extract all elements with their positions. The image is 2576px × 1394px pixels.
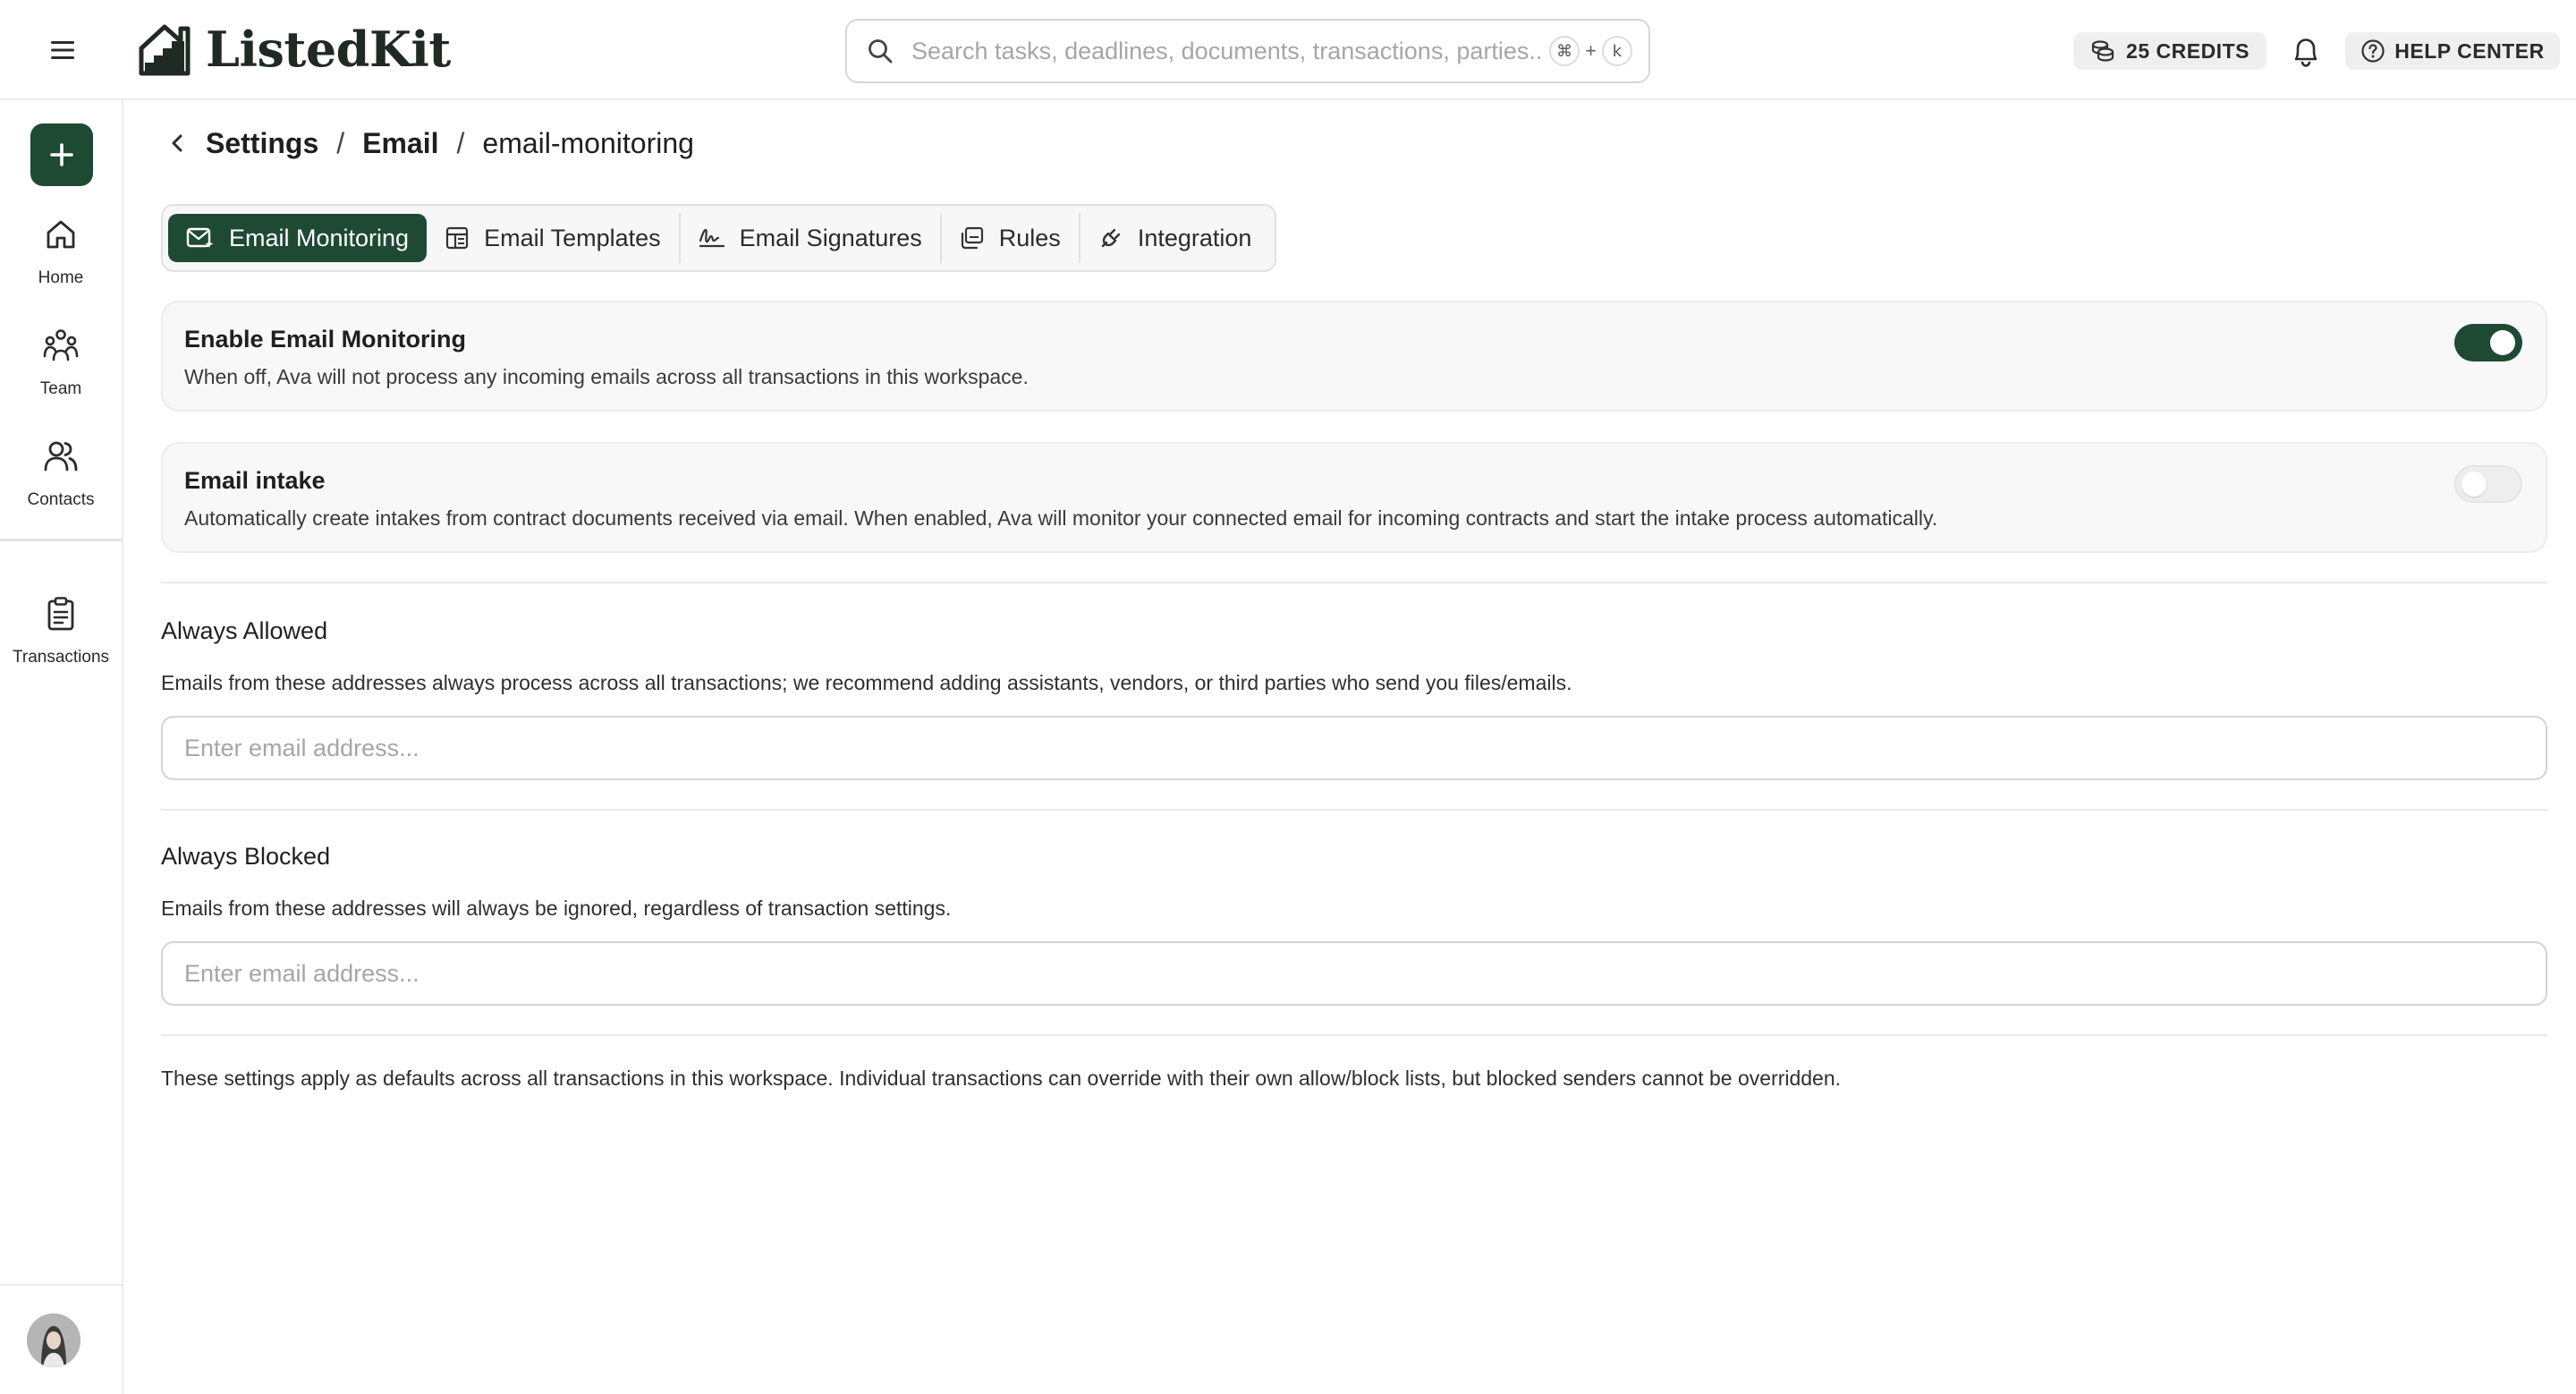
tab-label: Integration: [1137, 224, 1252, 251]
template-icon: [445, 226, 469, 250]
email-intake-toggle[interactable]: [2454, 465, 2522, 503]
tab-email-monitoring[interactable]: Email Monitoring: [168, 214, 428, 262]
sidebar: Home Team Contacts Transactions: [0, 100, 123, 1394]
coins-icon: [2091, 40, 2114, 62]
section-divider: [161, 1034, 2547, 1036]
credits-label: 25 CREDITS: [2126, 38, 2250, 63]
sidebar-item-contacts[interactable]: Contacts: [0, 437, 122, 535]
notifications-bell-icon[interactable]: [2286, 32, 2326, 72]
signature-icon: [699, 228, 724, 248]
create-new-button[interactable]: [30, 123, 93, 186]
top-bar: ListedKit ⌘ + k 25 CREDITS: [0, 0, 2576, 100]
email-monitoring-card: Enable Email Monitoring When off, Ava wi…: [161, 301, 2547, 412]
toggle-knob: [2462, 472, 2487, 497]
always-blocked-email-input[interactable]: [161, 941, 2547, 1006]
credits-button[interactable]: 25 CREDITS: [2073, 32, 2267, 70]
search-icon: [869, 39, 893, 64]
hamburger-menu-icon[interactable]: [45, 32, 80, 68]
shortcut-k-key: k: [1602, 36, 1632, 66]
tab-label: Rules: [998, 224, 1061, 251]
sidebar-divider: [0, 539, 122, 541]
search-input[interactable]: [911, 37, 1550, 65]
section-divider: [161, 582, 2547, 583]
sidebar-item-home[interactable]: Home: [0, 215, 122, 313]
sidebar-item-transactions[interactable]: Transactions: [0, 594, 122, 693]
help-circle-icon: [2361, 39, 2385, 63]
email-intake-card: Email intake Automatically create intake…: [161, 442, 2547, 553]
help-center-label: HELP CENTER: [2394, 38, 2545, 63]
team-icon: [41, 326, 80, 365]
breadcrumb-email[interactable]: Email: [362, 127, 438, 160]
defaults-footnote: These settings apply as defaults across …: [161, 1067, 1842, 1090]
mail-sparkle-icon: [186, 227, 214, 248]
always-allowed-title: Always Allowed: [161, 617, 328, 644]
plug-icon: [1101, 228, 1121, 248]
clipboard-icon: [41, 594, 80, 633]
email-monitoring-title: Enable Email Monitoring: [184, 326, 467, 353]
always-allowed-email-input[interactable]: [161, 716, 2547, 780]
tab-label: Email Monitoring: [229, 224, 410, 251]
logo-house-icon: [139, 24, 191, 76]
toggle-knob: [2490, 330, 2515, 355]
sidebar-item-label: Team: [39, 379, 82, 398]
sidebar-item-team[interactable]: Team: [0, 326, 122, 424]
contacts-icon: [41, 437, 80, 476]
home-icon: [41, 215, 80, 254]
shortcut-plus: +: [1585, 39, 1597, 62]
email-monitoring-description: When off, Ava will not process any incom…: [184, 365, 1029, 388]
logo[interactable]: ListedKit: [136, 20, 451, 79]
shortcut-mod-key: ⌘: [1549, 36, 1580, 66]
email-monitoring-toggle[interactable]: [2454, 324, 2522, 361]
sidebar-bottom-divider: [0, 1284, 122, 1286]
breadcrumb: Settings / Email / email-monitoring: [166, 123, 694, 163]
sidebar-item-label: Transactions: [12, 648, 110, 667]
plus-icon: [50, 143, 73, 166]
breadcrumb-current: email-monitoring: [482, 126, 694, 159]
back-chevron-icon[interactable]: [166, 125, 188, 161]
logo-text: ListedKit: [206, 21, 451, 78]
tab-label: Email Signatures: [739, 224, 922, 251]
global-search[interactable]: ⌘ + k: [845, 19, 1650, 83]
always-blocked-description: Emails from these addresses will always …: [161, 897, 952, 920]
tab-email-templates[interactable]: Email Templates: [427, 214, 679, 262]
user-avatar[interactable]: [27, 1313, 80, 1367]
search-shortcut: ⌘ + k: [1549, 36, 1632, 66]
always-blocked-title: Always Blocked: [161, 843, 331, 870]
rules-icon: [961, 226, 983, 250]
tab-rules[interactable]: Rules: [942, 214, 1079, 262]
app-root: ListedKit ⌘ + k 25 CREDITS: [0, 0, 2576, 1394]
email-settings-tabs: Email Monitoring Email Templates Email S…: [161, 204, 1277, 272]
tab-integration[interactable]: Integration: [1080, 214, 1270, 262]
section-divider: [161, 809, 2547, 811]
sidebar-item-label: Contacts: [27, 490, 95, 509]
breadcrumb-settings[interactable]: Settings: [206, 127, 318, 160]
email-intake-description: Automatically create intakes from contra…: [184, 506, 1938, 530]
email-intake-title: Email intake: [184, 467, 326, 494]
tab-label: Email Templates: [484, 224, 661, 251]
tab-email-signatures[interactable]: Email Signatures: [681, 214, 940, 262]
breadcrumb-separator: /: [336, 126, 345, 159]
breadcrumb-separator: /: [456, 126, 465, 159]
always-allowed-description: Emails from these addresses always proce…: [161, 671, 1572, 694]
sidebar-item-label: Home: [38, 268, 84, 287]
help-center-button[interactable]: HELP CENTER: [2345, 32, 2560, 70]
